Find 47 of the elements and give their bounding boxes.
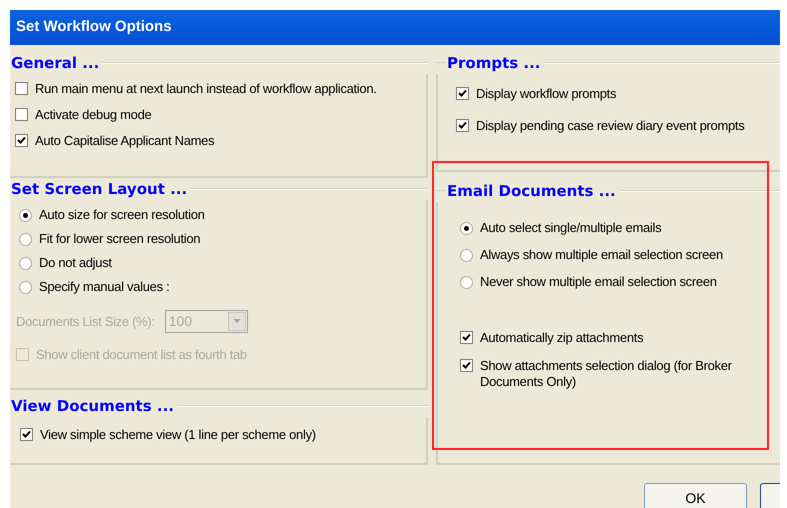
checkbox[interactable]	[15, 108, 28, 121]
checkbox-label: View simple scheme view (1 line per scheme only)	[40, 427, 316, 443]
radio-label: Always show multiple email selection screen	[480, 247, 723, 263]
radio-label: Auto select single/multiple emails	[480, 220, 662, 236]
checkmark-icon	[17, 136, 26, 145]
radio-label: Specify manual values :	[39, 279, 170, 295]
checkbox-label: Run main menu at next launch instead of workflow application.	[35, 81, 377, 97]
radio-label: Do not adjust	[39, 255, 112, 271]
checkbox-label: Display workflow prompts	[476, 86, 616, 102]
checkbox[interactable]	[20, 428, 33, 441]
checkmark-icon	[458, 121, 467, 130]
radio-button[interactable]	[19, 232, 32, 246]
field-label: Documents List Size (%):	[16, 312, 155, 331]
group-title: Email Documents ...	[446, 180, 617, 202]
radio-button[interactable]	[19, 256, 32, 270]
radio-label: Never show multiple email selection screen	[480, 274, 717, 290]
radio-button[interactable]	[460, 248, 473, 262]
group-title: General ...	[10, 52, 100, 74]
group-title: Prompts ...	[446, 52, 542, 74]
checkbox[interactable]	[15, 134, 28, 147]
group-title: Set Screen Layout ...	[10, 178, 188, 200]
checkbox[interactable]	[15, 82, 28, 95]
ok-button[interactable]: OK	[644, 483, 747, 508]
radio-button[interactable]	[460, 276, 473, 288]
checkbox[interactable]	[460, 331, 473, 344]
checkbox-label: Automatically zip attachments	[480, 330, 644, 346]
radio-label: Fit for lower screen resolution	[39, 231, 200, 247]
radio-button[interactable]	[19, 208, 32, 222]
radio-button[interactable]	[19, 280, 32, 294]
checkbox-label: Activate debug mode	[35, 107, 152, 123]
caret-icon	[228, 312, 246, 331]
dialog-button[interactable]	[760, 483, 780, 508]
checkbox-label: Display pending case review diary event prompts	[476, 118, 744, 134]
checkmark-icon	[22, 430, 31, 439]
checkbox-label: Auto Capitalise Applicant Names	[35, 133, 214, 149]
radio-button[interactable]	[460, 222, 473, 234]
checkbox-label: Show client document list as fourth tab	[36, 347, 247, 363]
checkmark-icon	[458, 89, 467, 98]
checkbox[interactable]	[460, 359, 473, 372]
checkbox-label: Show attachments selection dialog (for Broker Documents Only)	[480, 358, 733, 390]
checkmark-icon	[462, 361, 471, 370]
group-title: View Documents ...	[10, 396, 175, 417]
window-title: Set Workflow Options	[16, 17, 172, 38]
checkbox[interactable]	[456, 119, 469, 132]
checkmark-icon	[462, 333, 471, 342]
checkbox[interactable]	[456, 87, 469, 100]
radio-label: Auto size for screen resolution	[39, 207, 205, 223]
